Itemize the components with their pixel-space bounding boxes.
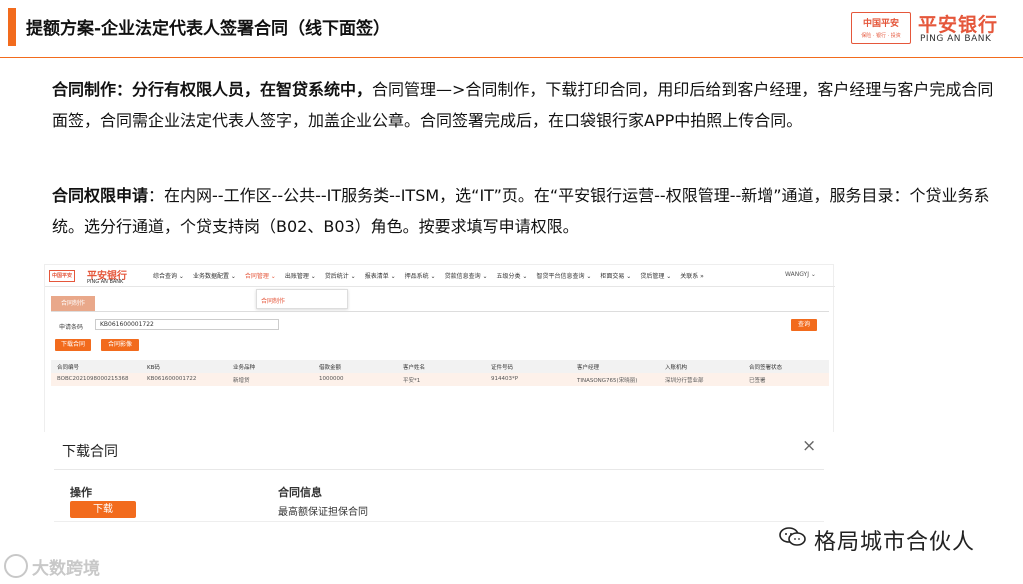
- nav-menu-item[interactable]: 出账管理 ⌄: [285, 273, 316, 280]
- system-topbar: 中国平安 平安银行 PING AN BANK 综合查询 ⌄ 业务数据配置 ⌄ 合同管…: [45, 265, 835, 287]
- slide-title: 提额方案-企业法定代表人签署合同（线下面签）: [26, 19, 391, 39]
- table-cell: 1000000: [319, 376, 344, 382]
- table-cell: 914403*P: [491, 376, 519, 382]
- user-menu[interactable]: WANGYJ ⌄: [785, 271, 816, 278]
- contract-image-button[interactable]: 合同影像: [101, 339, 139, 351]
- table-header-cell: 证件号码: [491, 365, 514, 371]
- table-header-cell: 借款金额: [319, 365, 342, 371]
- table-cell: BOBC2021098000215368: [57, 376, 129, 382]
- query-button[interactable]: 查询: [791, 319, 817, 331]
- table-header-cell: 合同签署状态: [749, 365, 783, 371]
- column-header-action: 操作: [70, 486, 92, 499]
- table-header-cell: 合同编号: [57, 365, 80, 371]
- table-cell: TINASONG765(宋晓丽): [577, 378, 638, 384]
- nav-menu-item[interactable]: 贷后统计 ⌄: [325, 273, 356, 280]
- nav-menu-item[interactable]: 贷款信息查询 ⌄: [445, 273, 488, 280]
- system-logo-box: 中国平安: [49, 270, 75, 282]
- bank-name: 平安银行: [918, 14, 999, 36]
- logo-box-subtext: 保险 · 银行 · 投资: [861, 33, 901, 39]
- table-cell: 深圳分行营业部: [665, 378, 704, 384]
- download-dialog: 下载合同 × 操作 合同信息 下载 最高额保证担保合同: [44, 432, 834, 542]
- close-icon[interactable]: ×: [802, 436, 816, 456]
- table-row[interactable]: BOBC2021098000215368 KB061600001722 新增贷 100…: [51, 373, 829, 386]
- table-cell: KB061600001722: [147, 376, 197, 382]
- tab-divider: [51, 311, 829, 312]
- permission-apply-paragraph: 合同权限申请：在内网--工作区--公共--IT服务类--ITSM，选“IT”页。…: [52, 180, 1007, 242]
- nav-menu-item[interactable]: 关联系 »: [680, 273, 704, 280]
- system-nav-menu: 综合查询 ⌄ 业务数据配置 ⌄ 合同管理 ⌄ 出账管理 ⌄ 贷后统计 ⌄ 报表清单 ⌄ 押品…: [153, 271, 713, 280]
- nav-menu-item[interactable]: 合同管理 ⌄: [245, 273, 276, 280]
- nav-menu-item[interactable]: 贷后管理 ⌄: [640, 273, 671, 280]
- source-logo-icon: [4, 554, 28, 578]
- table-header-cell: 客户经理: [577, 365, 600, 371]
- contract-name: 最高额保证担保合同: [278, 507, 368, 518]
- contract-table: 合同编号 KB码 业务品种 借款金额 客户姓名 证件号码 客户经理 入账机构 合同签署状态 BO…: [51, 360, 829, 386]
- nav-menu-item[interactable]: 押品系统 ⌄: [405, 273, 436, 280]
- table-cell: 平安*1: [403, 378, 421, 384]
- tab-contract-making[interactable]: 合同制作: [51, 296, 95, 311]
- nav-menu-item[interactable]: 五级分类 ⌄: [497, 273, 528, 280]
- system-logo-en: PING AN BANK: [87, 279, 124, 285]
- table-header-cell: 客户姓名: [403, 365, 426, 371]
- dialog-title: 下载合同: [62, 444, 118, 460]
- permission-apply-heading: 合同权限申请: [52, 186, 149, 205]
- row-divider: [54, 521, 824, 522]
- source-watermark: 大数跨境: [4, 552, 134, 580]
- dropdown-item-contract-making[interactable]: 合同制作: [261, 298, 285, 305]
- table-header-cell: 业务品种: [233, 365, 256, 371]
- search-input[interactable]: KB061600001722: [95, 319, 279, 330]
- title-accent-bar: [8, 8, 16, 46]
- system-screenshot: 中国平安 平安银行 PING AN BANK 综合查询 ⌄ 业务数据配置 ⌄ 合同管…: [44, 264, 835, 434]
- wechat-icon: [779, 527, 806, 546]
- wechat-account-name: 格局城市合伙人: [814, 530, 976, 555]
- bank-name-en: PING AN BANK: [920, 34, 992, 44]
- wechat-watermark: 格局城市合伙人: [778, 518, 1008, 558]
- search-label: 申请条码: [59, 324, 84, 331]
- nav-menu-item[interactable]: 智贷平台信息查询 ⌄: [536, 273, 591, 280]
- permission-apply-text: ：在内网--工作区--公共--IT服务类--ITSM，选“IT”页。在“平安银行…: [52, 186, 990, 236]
- column-header-info: 合同信息: [278, 486, 322, 499]
- table-header-cell: KB码: [147, 365, 160, 371]
- nav-menu-item[interactable]: 综合查询 ⌄: [153, 273, 184, 280]
- nav-menu-item[interactable]: 柜面交易 ⌄: [600, 273, 631, 280]
- table-cell: 新增贷: [233, 378, 250, 384]
- contract-making-heading: 合同制作：分行有权限人员，在智贷系统中，: [52, 80, 373, 99]
- ping-an-logo: 中国平安 保险 · 银行 · 投资: [851, 12, 911, 44]
- header-divider: [0, 57, 1023, 58]
- table-cell: 已签署: [749, 378, 766, 384]
- logo-box-text: 中国平安: [862, 19, 899, 29]
- download-contract-button[interactable]: 下载合同: [55, 339, 91, 351]
- nav-menu-item[interactable]: 业务数据配置 ⌄: [193, 273, 236, 280]
- contract-making-paragraph: 合同制作：分行有权限人员，在智贷系统中，合同管理—>合同制作，下载打印合同，用印…: [52, 74, 1007, 136]
- table-header-cell: 入账机构: [665, 365, 688, 371]
- nav-menu-item[interactable]: 报表清单 ⌄: [365, 273, 396, 280]
- dialog-divider: [54, 469, 824, 470]
- source-name: 大数跨境: [32, 559, 100, 579]
- table-header-row: 合同编号 KB码 业务品种 借款金额 客户姓名 证件号码 客户经理 入账机构 合同签署状态: [51, 360, 829, 373]
- contract-menu-dropdown: 合同制作: [256, 289, 348, 309]
- slide-header: 提额方案-企业法定代表人签署合同（线下面签） 中国平安 保险 · 银行 · 投资…: [0, 0, 1023, 58]
- dialog-download-button[interactable]: 下载: [70, 501, 136, 518]
